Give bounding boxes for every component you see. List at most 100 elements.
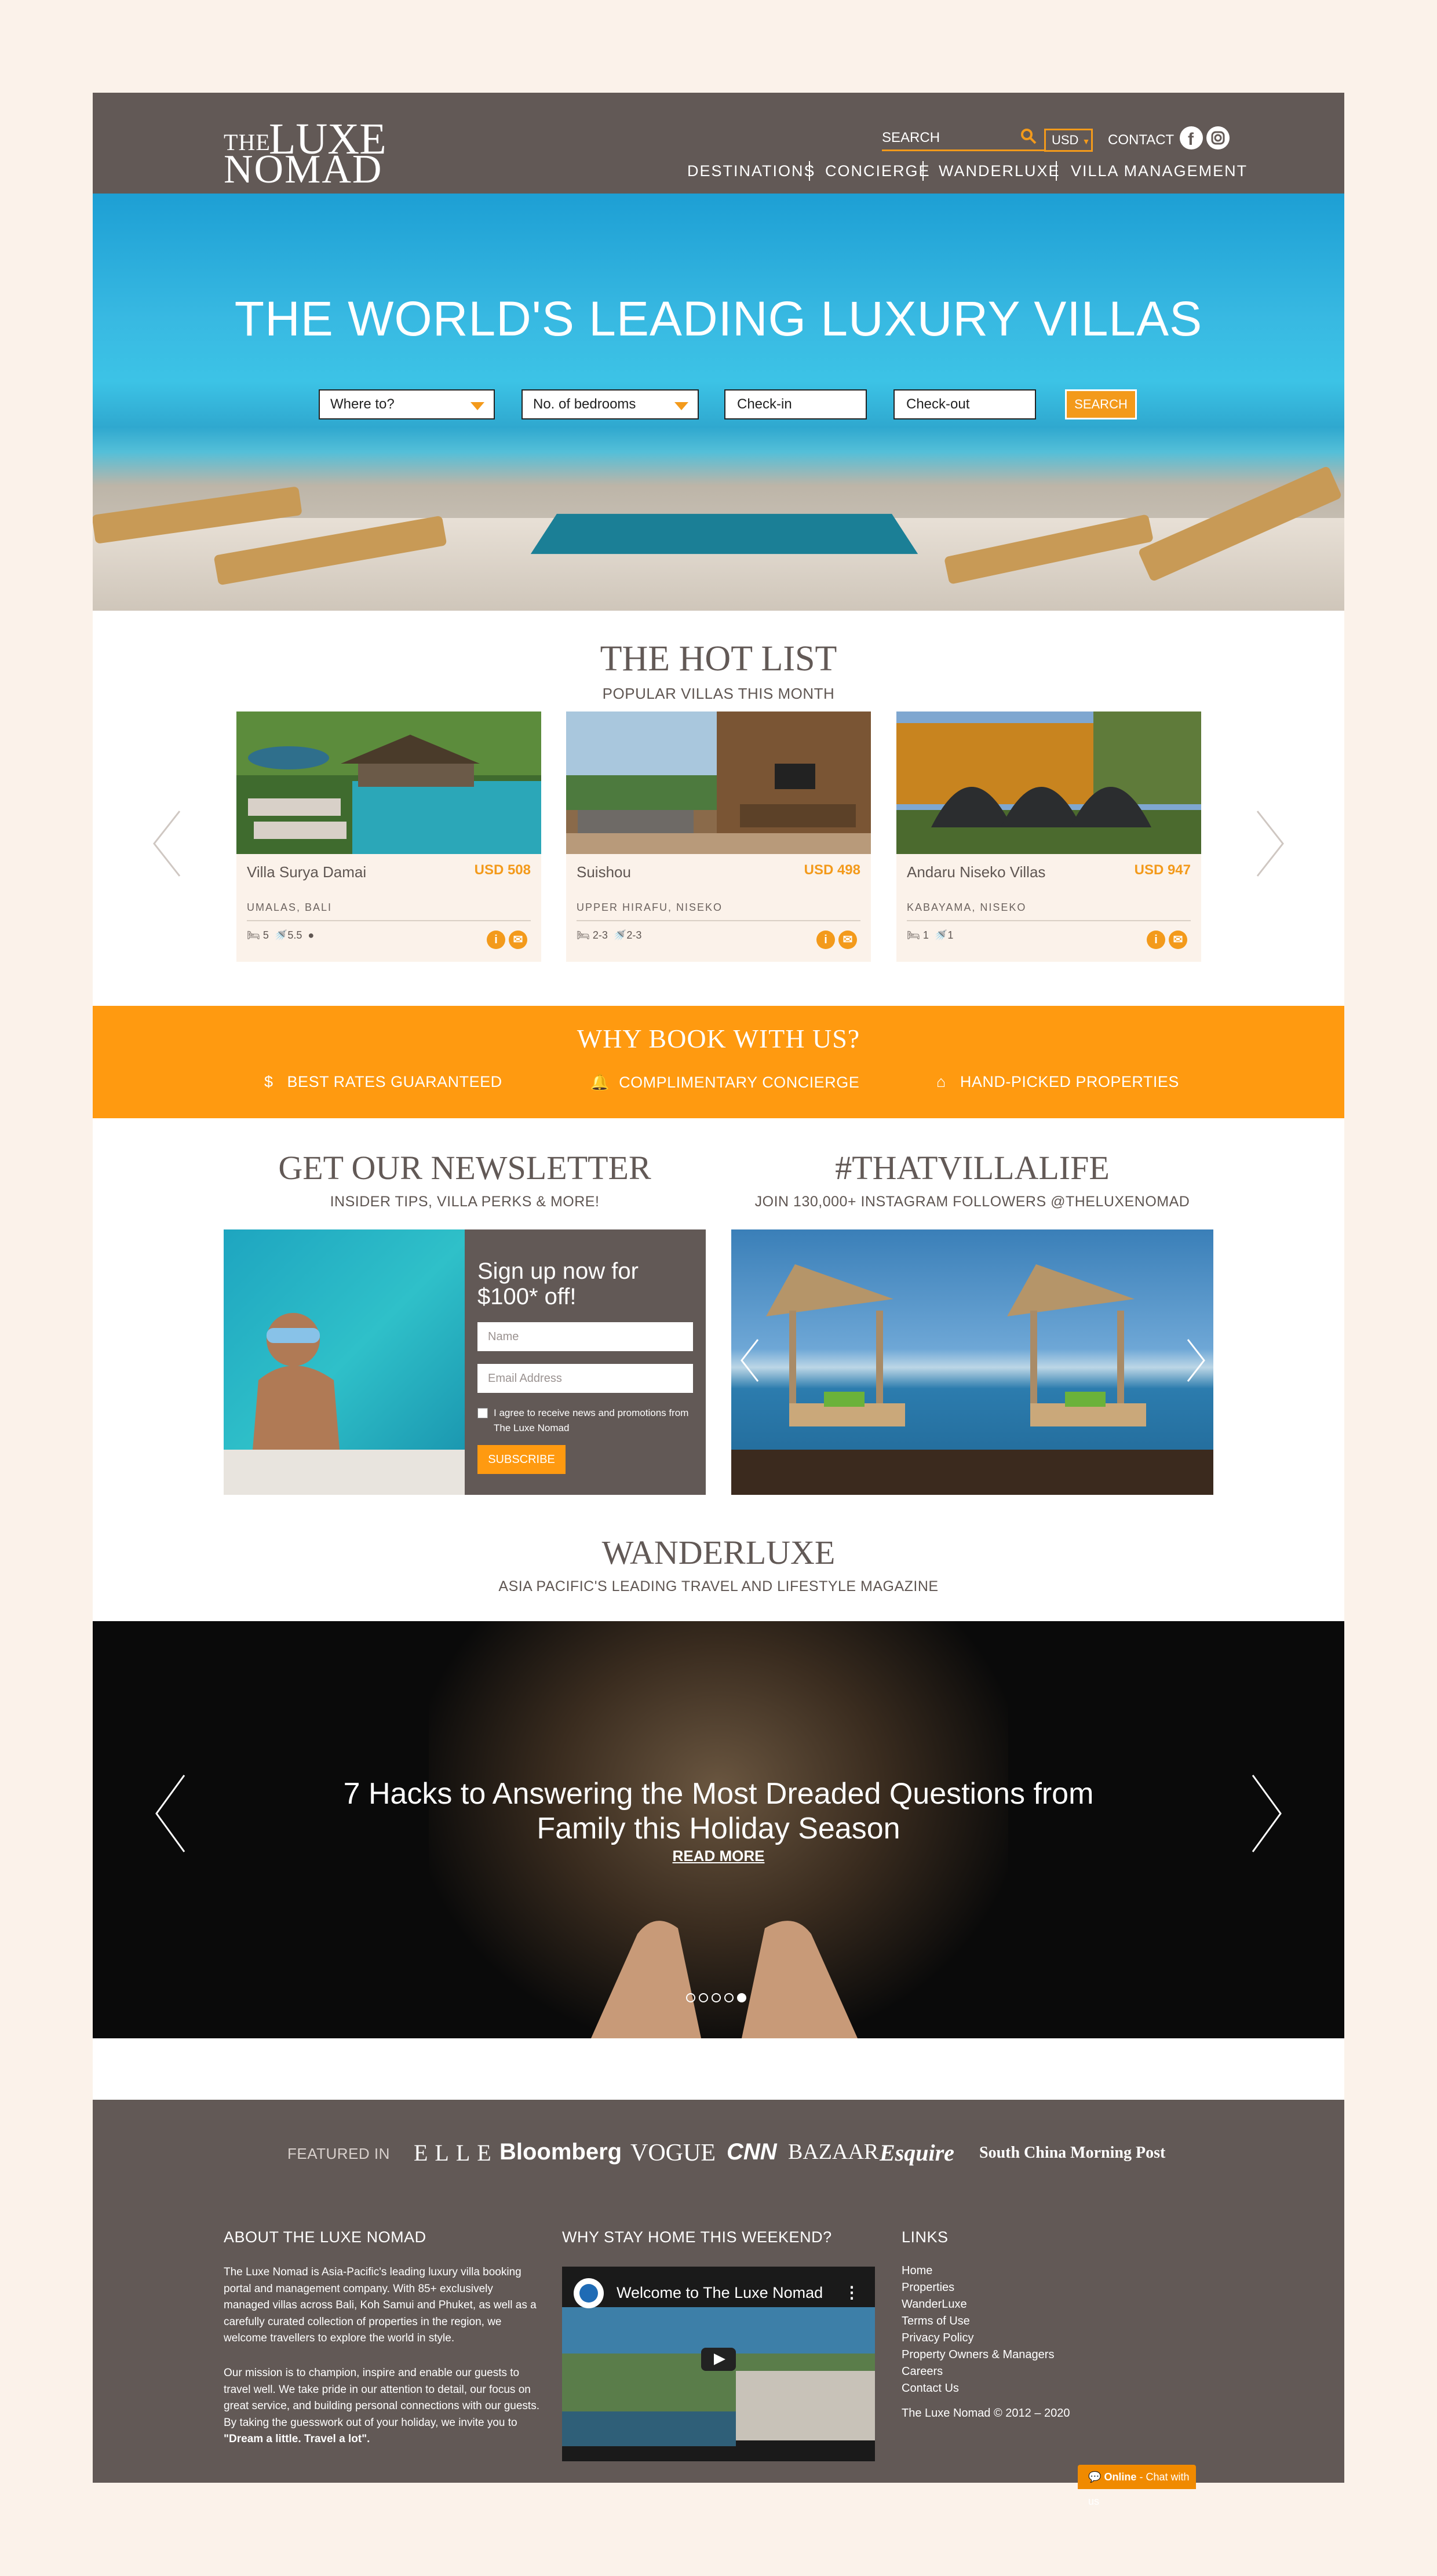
hotlist-title: THE HOT LIST xyxy=(600,639,837,678)
agree-checkbox[interactable] xyxy=(477,1408,488,1418)
subscribe-button[interactable]: SUBSCRIBE xyxy=(477,1445,566,1474)
info-icon[interactable]: i xyxy=(1147,931,1165,949)
article-headline[interactable]: 7 Hacks to Answering the Most Dreaded Qu… xyxy=(301,1776,1136,1846)
villa-card[interactable]: Suishou USD 498 UPPER HIRAFU, NISEKO 🛏 2… xyxy=(566,711,871,962)
wanderluxe-subtitle: ASIA PACIFIC'S LEADING TRAVEL AND LIFEST… xyxy=(498,1578,939,1595)
chef-icon: ● xyxy=(308,929,315,941)
villa-name[interactable]: Villa Surya Damai xyxy=(247,863,366,881)
villa-card[interactable]: Villa Surya Damai USD 508 UMALAS, BALI 🛏… xyxy=(236,711,541,962)
where-to-select[interactable]: Where to? xyxy=(319,389,495,419)
slider-dot[interactable] xyxy=(699,1993,708,2002)
slider-dot[interactable] xyxy=(686,1993,695,2002)
copyright: The Luxe Nomad © 2012 – 2020 xyxy=(902,2407,1070,2420)
nav-wanderluxe[interactable]: WANDERLUXE xyxy=(939,162,1060,180)
bath-icon: 🚿 xyxy=(934,929,948,941)
villa-name[interactable]: Andaru Niseko Villas xyxy=(907,863,1045,881)
chevron-right-icon[interactable] xyxy=(1252,809,1286,878)
chevron-down-icon: ▼ xyxy=(1082,137,1090,146)
instagram-subtitle: JOIN 130,000+ INSTAGRAM FOLLOWERS @THELU… xyxy=(754,1194,1190,1210)
currency-select[interactable]: USD ▼ xyxy=(1044,129,1093,152)
villa-photo[interactable] xyxy=(566,711,871,854)
footer-link-properties[interactable]: Properties xyxy=(902,2281,954,2294)
benefit-hand-picked: ⌂ HAND-PICKED PROPERTIES xyxy=(936,1073,1179,1091)
weekend-title: WHY STAY HOME THIS WEEKEND? xyxy=(562,2228,832,2246)
chevron-left-icon[interactable] xyxy=(151,809,185,878)
more-options-icon[interactable]: ⋮ xyxy=(844,2283,860,2302)
footer-link-contact[interactable]: Contact Us xyxy=(902,2382,959,2395)
footer-link-careers[interactable]: Careers xyxy=(902,2365,943,2378)
instagram-photo[interactable] xyxy=(731,1229,972,1495)
chevron-left-icon[interactable] xyxy=(738,1337,761,1384)
chat-widget[interactable]: 💬 Online - Chat with us xyxy=(1078,2465,1196,2507)
footer-link-owners[interactable]: Property Owners & Managers xyxy=(902,2348,1054,2362)
slider-dot-active[interactable] xyxy=(737,1993,746,2002)
info-icon[interactable]: i xyxy=(487,931,505,949)
video-title[interactable]: Welcome to The Luxe Nomad xyxy=(617,2284,823,2302)
search-button[interactable]: SEARCH xyxy=(1065,389,1137,419)
nav-destinations[interactable]: DESTINATIONS xyxy=(687,162,816,180)
bedrooms-value: No. of bedrooms xyxy=(533,396,636,412)
hero-banner: THE WORLD'S LEADING LUXURY VILLAS Where … xyxy=(93,194,1344,611)
chevron-left-icon[interactable] xyxy=(153,1773,188,1854)
checkout-field[interactable]: Check-out xyxy=(893,389,1036,419)
email-field[interactable]: Email Address xyxy=(477,1364,693,1393)
nav-concierge[interactable]: CONCIERGE xyxy=(825,162,931,180)
slider-dot[interactable] xyxy=(724,1993,734,2002)
divider xyxy=(247,920,531,921)
where-to-value: Where to? xyxy=(330,396,395,412)
slider-dot[interactable] xyxy=(712,1993,721,2002)
bath-icon: 🚿 xyxy=(613,929,627,941)
villa-photo[interactable] xyxy=(236,711,541,854)
villa-amenities: 🛏 2-3 🚿2-3 xyxy=(577,929,641,942)
villa-amenities: 🛏 1 🚿1 xyxy=(907,929,953,942)
read-more-link[interactable]: READ MORE xyxy=(93,1847,1344,1865)
brand-esquire: Esquire xyxy=(880,2140,954,2166)
about-title: ABOUT THE LUXE NOMAD xyxy=(224,2228,426,2246)
benefit-concierge: 🔔 COMPLIMENTARY CONCIERGE xyxy=(590,1073,859,1092)
enquire-icon[interactable]: ✉ xyxy=(838,931,857,949)
villa-card[interactable]: Andaru Niseko Villas USD 947 KABAYAMA, N… xyxy=(896,711,1201,962)
bathrooms-count: 2-3 xyxy=(626,929,642,941)
benefit-label: COMPLIMENTARY CONCIERGE xyxy=(619,1074,860,1091)
search-icon[interactable] xyxy=(1020,127,1037,145)
divider xyxy=(907,920,1191,921)
villa-location: UPPER HIRAFU, NISEKO xyxy=(577,902,723,913)
enquire-icon[interactable]: ✉ xyxy=(509,931,527,949)
info-icon[interactable]: i xyxy=(816,931,835,949)
villa-name[interactable]: Suishou xyxy=(577,863,631,881)
bedrooms-select[interactable]: No. of bedrooms xyxy=(521,389,699,419)
svg-text:f: f xyxy=(1188,130,1194,149)
villa-location: UMALAS, BALI xyxy=(247,902,333,913)
hotlist-subtitle: POPULAR VILLAS THIS MONTH xyxy=(602,685,835,702)
chevron-down-icon xyxy=(471,402,484,410)
footer-link-home[interactable]: Home xyxy=(902,2264,932,2278)
benefit-label: HAND-PICKED PROPERTIES xyxy=(960,1073,1179,1090)
villa-photo[interactable] xyxy=(896,711,1201,854)
chevron-right-icon[interactable] xyxy=(1249,1773,1284,1854)
logo[interactable]: THE LUXE NOMAD xyxy=(224,117,392,190)
wanderluxe-slider: 7 Hacks to Answering the Most Dreaded Qu… xyxy=(93,1621,1344,2038)
facebook-icon[interactable]: f xyxy=(1180,126,1203,149)
brand-bazaar: BAZAAR xyxy=(788,2140,879,2164)
featured-in-label: FEATURED IN xyxy=(287,2145,390,2162)
newsletter-subtitle: INSIDER TIPS, VILLA PERKS & MORE! xyxy=(330,1194,600,1210)
name-field[interactable]: Name xyxy=(477,1322,693,1351)
nav-divider xyxy=(922,161,924,181)
mission-text: Our mission is to champion, inspire and … xyxy=(224,2367,539,2429)
instagram-icon[interactable] xyxy=(1206,126,1230,149)
newsletter-form: Sign up now for $100* off! Name Email Ad… xyxy=(465,1229,706,1495)
bedrooms-count: 5 xyxy=(262,929,269,941)
footer-link-terms[interactable]: Terms of Use xyxy=(902,2315,970,2328)
instagram-photo[interactable] xyxy=(972,1229,1213,1495)
enquire-icon[interactable]: ✉ xyxy=(1169,931,1187,949)
video-player[interactable]: Welcome to The Luxe Nomad ⋮ xyxy=(562,2267,875,2461)
mission-tagline: "Dream a little. Travel a lot". xyxy=(224,2433,370,2446)
hero-pool-image xyxy=(530,513,918,554)
chevron-right-icon[interactable] xyxy=(1184,1337,1208,1384)
footer-link-wanderluxe[interactable]: WanderLuxe xyxy=(902,2298,967,2311)
checkin-field[interactable]: Check-in xyxy=(724,389,867,419)
nav-villa-management[interactable]: VILLA MANAGEMENT xyxy=(1071,162,1248,180)
contact-link[interactable]: CONTACT xyxy=(1108,132,1174,148)
footer-link-privacy[interactable]: Privacy Policy xyxy=(902,2331,973,2345)
bedrooms-count: 2-3 xyxy=(592,929,608,941)
